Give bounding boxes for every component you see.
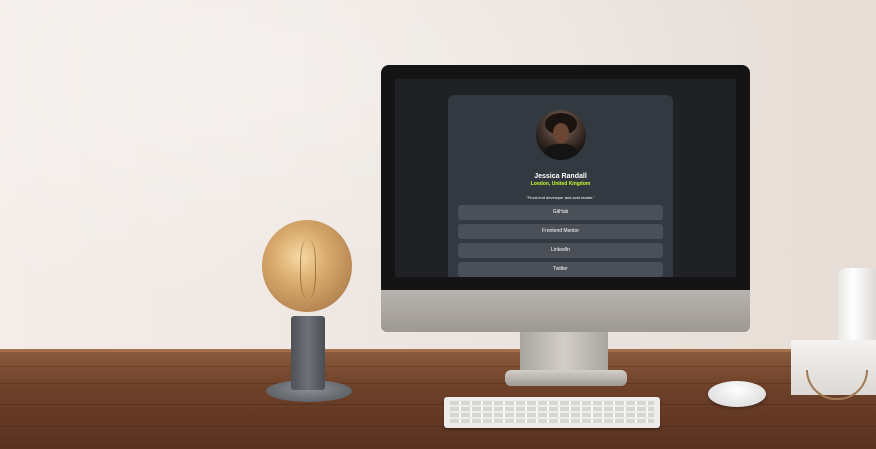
profile-location: London, United Kingdom [530, 181, 591, 187]
monitor-chin [381, 290, 750, 332]
profile-name: Jessica Randall [534, 173, 587, 180]
lamp-socket [291, 316, 325, 390]
profile-card: Jessica Randall London, United Kingdom "… [448, 95, 673, 277]
profile-bio: "Front-end developer and avid reader." [526, 195, 595, 200]
monitor-stand-base [505, 370, 627, 386]
monitor: Jessica Randall London, United Kingdom "… [381, 65, 750, 332]
monitor-stand [520, 332, 608, 374]
lamp-filament [300, 240, 316, 298]
linkedin-link-button[interactable]: LinkedIn [458, 243, 663, 258]
avatar [536, 110, 586, 160]
monitor-bezel: Jessica Randall London, United Kingdom "… [381, 65, 750, 290]
mouse [708, 381, 766, 407]
frontend-mentor-link-button[interactable]: Frontend Mentor [458, 224, 663, 239]
keyboard [444, 397, 660, 428]
photo-scene: Jessica Randall London, United Kingdom "… [0, 0, 876, 449]
twitter-link-button[interactable]: Twitter [458, 262, 663, 277]
github-link-button[interactable]: GitHub [458, 205, 663, 220]
monitor-screen: Jessica Randall London, United Kingdom "… [395, 79, 736, 277]
